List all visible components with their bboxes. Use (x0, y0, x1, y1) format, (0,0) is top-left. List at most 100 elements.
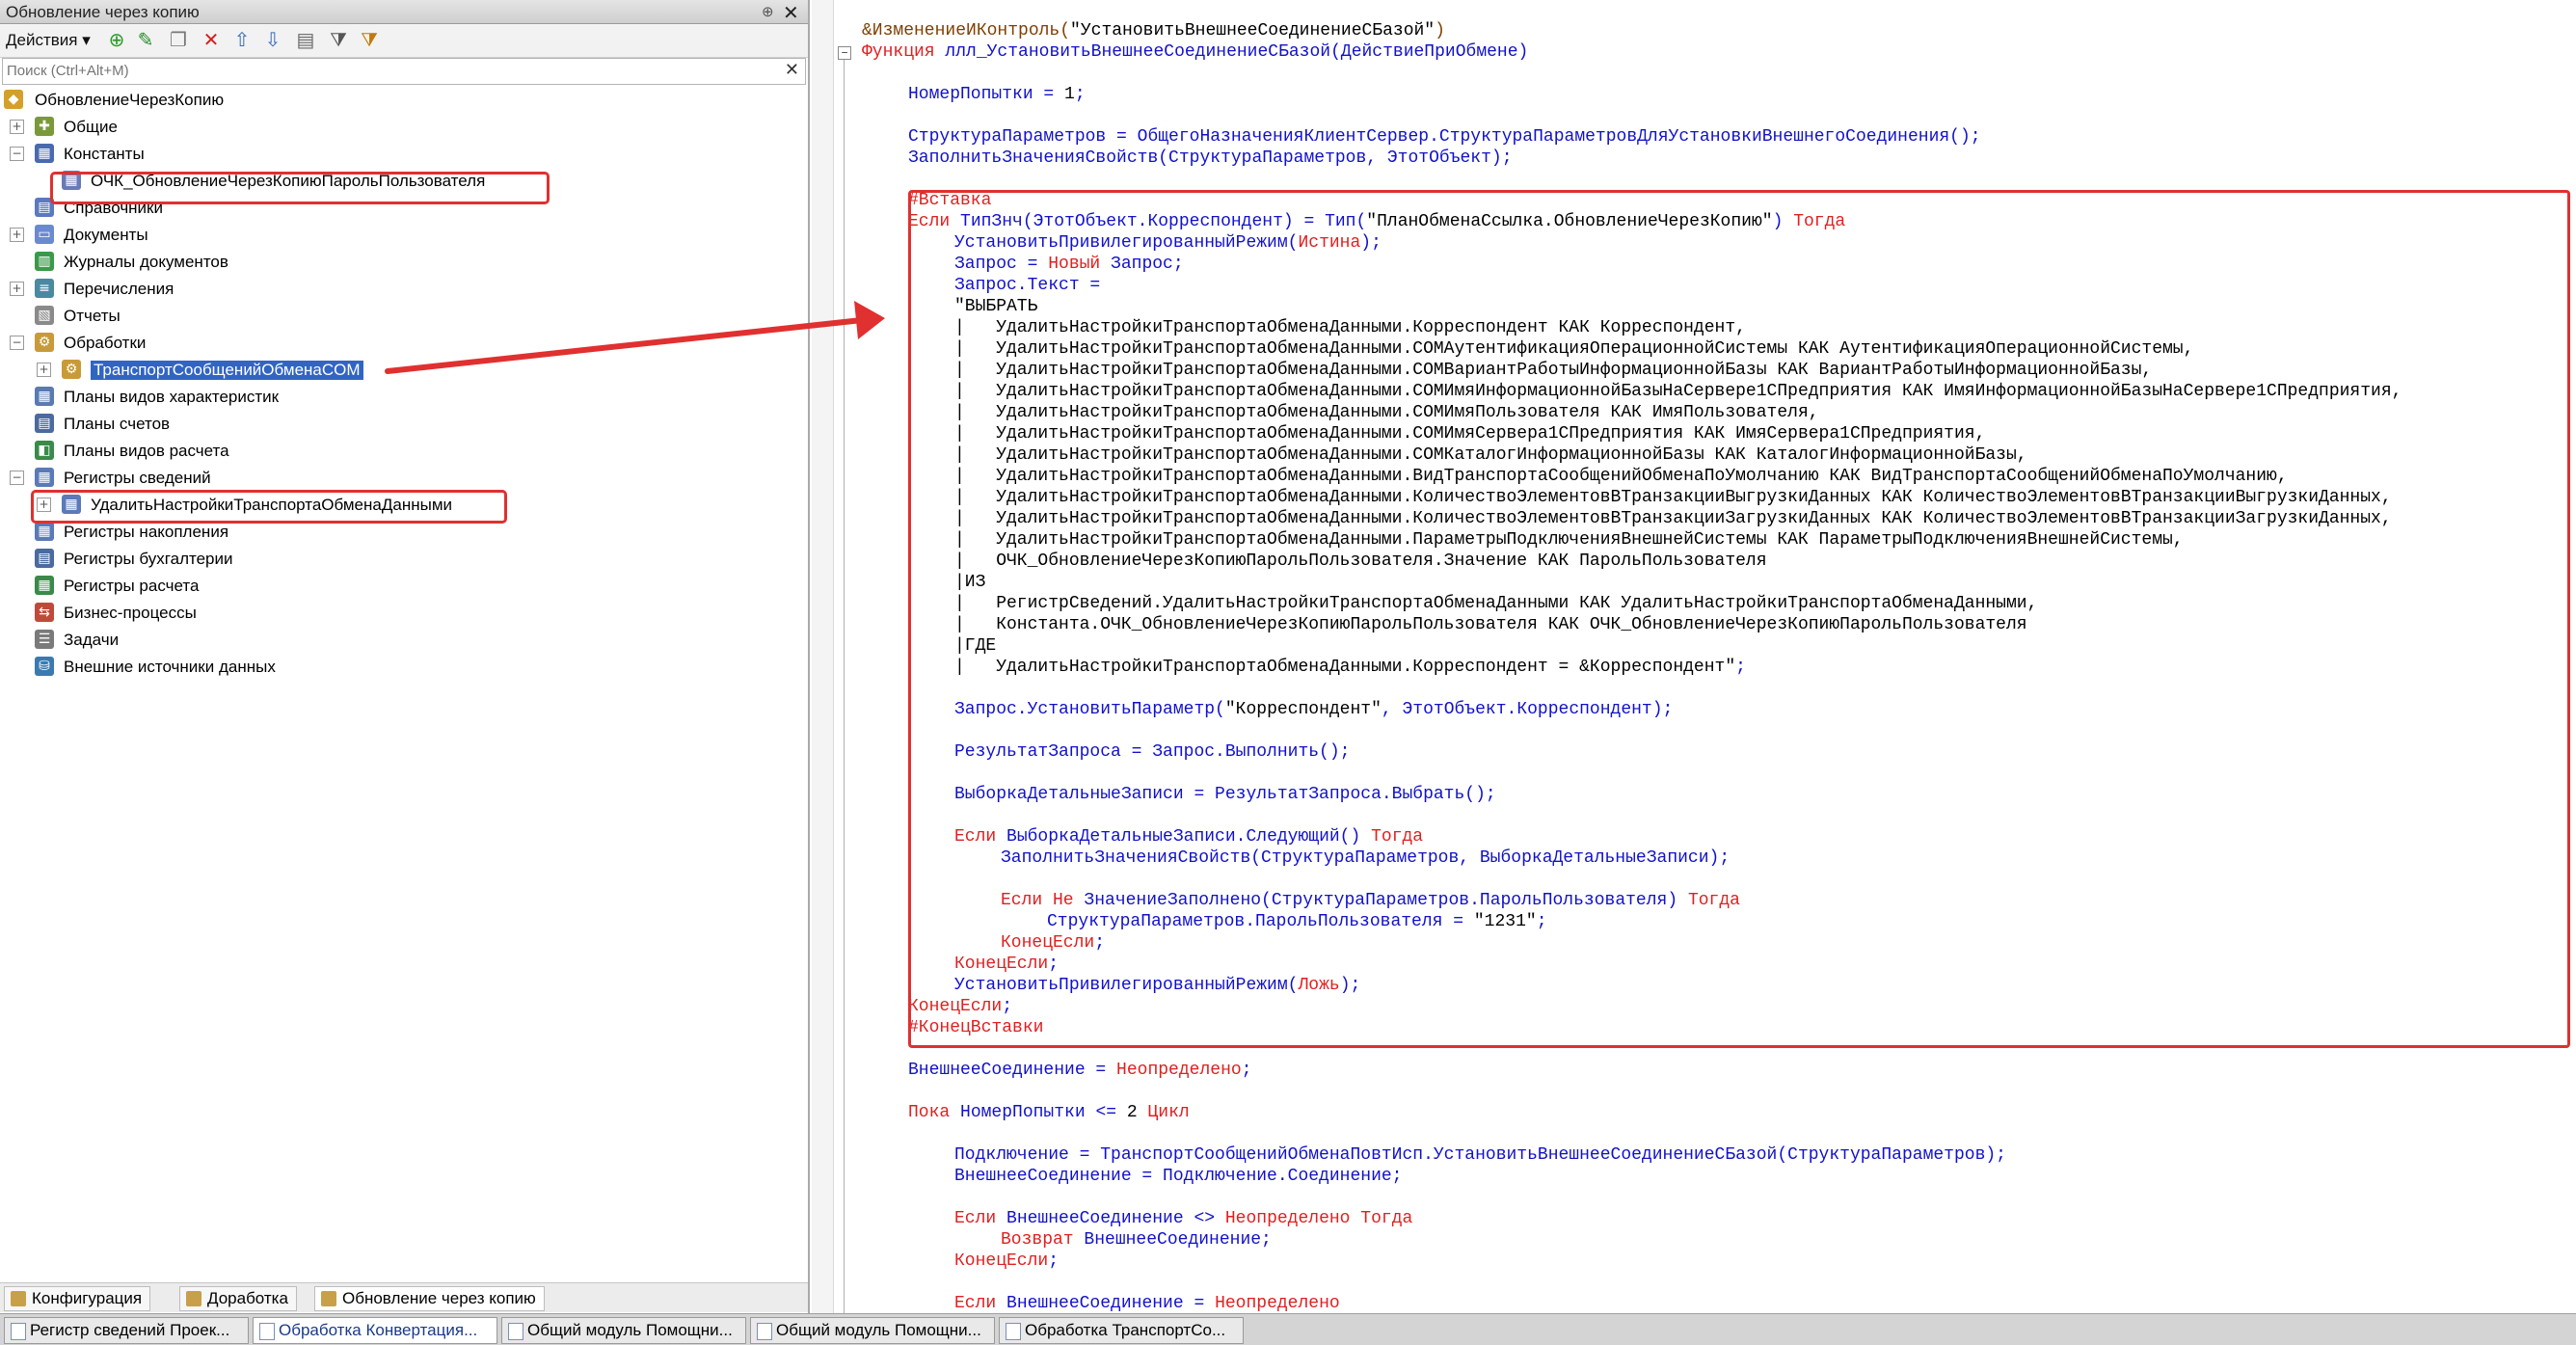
tree-item[interactable]: ⇆ Бизнес-процессы (0, 600, 808, 627)
taskbar-window-label: Общий модуль Помощни... (527, 1321, 733, 1339)
collapse-icon[interactable]: − (10, 471, 24, 485)
move-down-icon[interactable]: ⇩ (262, 30, 283, 51)
tree-item-label: Планы счетов (64, 415, 171, 433)
taskbar-window-button[interactable]: Обработка Конвертация... (253, 1317, 497, 1344)
tree-item-label: Обработки (64, 334, 147, 352)
pin-icon[interactable]: ⊕ (762, 3, 774, 20)
update-tab-icon (321, 1291, 336, 1306)
tree-item[interactable]: − ▦ Константы (0, 141, 808, 168)
accumregisters-icon: ▦ (35, 522, 54, 541)
sort-icon[interactable]: ▤ (295, 30, 316, 51)
tree-item[interactable]: ◧ Планы видов расчета (0, 438, 808, 465)
code-editor[interactable]: − &ИзменениеИКонтроль("УстановитьВнешнее… (812, 0, 2576, 1313)
tab-update-via-copy[interactable]: Обновление через копию (314, 1286, 545, 1311)
tree-item[interactable]: + ⚙ ТранспортСообщенийОбменаCOM (0, 357, 808, 384)
enums-icon: ≡ (35, 279, 54, 298)
tree-item[interactable]: ▥ Журналы документов (0, 249, 808, 276)
code-line: Возврат ВнешнееСоединение; (1001, 1230, 1272, 1250)
tree-item-label: Внешние источники данных (64, 658, 276, 676)
tree-item-label: Общие (64, 118, 118, 136)
collapse-icon[interactable]: − (10, 336, 24, 350)
tree-item[interactable]: ▦ Планы видов характеристик (0, 384, 808, 411)
accountingregisters-icon: ▤ (35, 549, 54, 568)
tree-item[interactable]: ▧ Отчеты (0, 303, 808, 330)
tree-item[interactable]: + ✚ Общие (0, 114, 808, 141)
search-input[interactable] (3, 59, 778, 82)
chartofchar-icon: ▦ (35, 387, 54, 406)
taskbar-window-button[interactable]: Регистр сведений Проек... (4, 1317, 249, 1344)
code-line: ВнешнееСоединение = Подключение.Соединен… (954, 1167, 1403, 1186)
taskbar-window-label: Обработка ТранспортСо... (1025, 1321, 1226, 1339)
tree-item[interactable]: ▤ Планы счетов (0, 411, 808, 438)
highlight-constant (50, 172, 550, 204)
clear-search-icon[interactable]: ✕ (785, 60, 799, 80)
expand-icon[interactable]: + (10, 120, 24, 134)
tree-item[interactable]: ◆ ОбновлениеЧерезКопию (0, 87, 808, 114)
expand-icon[interactable]: + (37, 363, 51, 377)
tree-item[interactable]: ▤ Регистры бухгалтерии (0, 546, 808, 573)
tree-item-label: Регистры сведений (64, 469, 211, 487)
tree-item[interactable]: ⛁ Внешние источники данных (0, 654, 808, 681)
copy-icon[interactable]: ❐ (168, 30, 189, 51)
tree-item-label: Перечисления (64, 280, 174, 298)
tree-item[interactable]: − ▦ Регистры сведений (0, 465, 808, 492)
tree-item-label: Планы видов расчета (64, 442, 229, 460)
tab-refinement[interactable]: Доработка (179, 1286, 297, 1311)
filter-icon[interactable]: ⧩ (328, 30, 349, 51)
fold-collapse-icon[interactable]: − (838, 46, 851, 60)
tree-item[interactable]: ☰ Задачи (0, 627, 808, 654)
highlight-register (31, 490, 507, 524)
window-icon (1006, 1323, 1021, 1340)
configuration-tree-panel: Обновление через копию ⊕ ✕ Действия ▾ ⊕ … (0, 0, 810, 1313)
code-line: Если ВнешнееСоединение <> Неопределено Т… (954, 1209, 1413, 1228)
tree-item-label: Журналы документов (64, 253, 228, 271)
taskbar-window-label: Регистр сведений Проек... (30, 1321, 230, 1339)
config-icon: ◆ (4, 90, 23, 109)
tree-item[interactable]: + ≡ Перечисления (0, 276, 808, 303)
inforegisters-icon: ▦ (35, 468, 54, 487)
clear-filter-icon[interactable]: ⧩ (359, 30, 380, 51)
tree-item-label: ТранспортСообщенийОбменаCOM (91, 361, 363, 380)
extsources-icon: ⛁ (35, 657, 54, 676)
search-field[interactable]: ✕ (2, 58, 806, 85)
journals-icon: ▥ (35, 252, 54, 271)
reports-icon: ▧ (35, 306, 54, 325)
taskbar-window-label: Обработка Конвертация... (279, 1321, 478, 1339)
expand-icon[interactable]: + (10, 282, 24, 296)
tree-item-label: Планы видов характеристик (64, 388, 280, 406)
code-line: СтруктураПараметров = ОбщегоНазначенияКл… (908, 127, 1981, 147)
toolbar: Действия ▾ ⊕ ✎ ❐ ✕ ⇧ ⇩ ▤ ⧩ ⧩ (0, 24, 808, 58)
edit-icon[interactable]: ✎ (135, 30, 156, 51)
tab-configuration-label: Конфигурация (32, 1289, 143, 1307)
actions-menu[interactable]: Действия ▾ (6, 31, 91, 50)
tree-item[interactable]: ▦ Регистры расчета (0, 573, 808, 600)
tab-refinement-label: Доработка (207, 1289, 288, 1307)
panel-title-bar: Обновление через копию ⊕ ✕ (0, 0, 808, 24)
delete-icon[interactable]: ✕ (201, 30, 222, 51)
add-icon[interactable]: ⊕ (106, 30, 127, 51)
expand-icon[interactable]: + (10, 228, 24, 242)
code-line: &ИзменениеИКонтроль("УстановитьВнешнееСо… (862, 21, 1445, 40)
window-icon (508, 1323, 523, 1340)
fold-guide (844, 60, 845, 1313)
chartofaccounts-icon: ▤ (35, 414, 54, 433)
close-icon[interactable]: ✕ (783, 1, 799, 25)
taskbar-window-button[interactable]: Обработка ТранспортСо... (999, 1317, 1244, 1344)
taskbar-window-button[interactable]: Общий модуль Помощни... (501, 1317, 746, 1344)
tree-item-label: Отчеты (64, 307, 121, 325)
panel-title: Обновление через копию (6, 3, 200, 21)
tree-item-label: Задачи (64, 631, 120, 649)
tab-configuration[interactable]: Конфигурация (4, 1286, 151, 1311)
tree-item-label: Константы (64, 145, 145, 163)
taskbar-window-button[interactable]: Общий модуль Помощни... (750, 1317, 995, 1344)
tree-item-label: ОбновлениеЧерезКопию (35, 91, 225, 109)
tree-item[interactable]: − ⚙ Обработки (0, 330, 808, 357)
code-line: Пока НомерПопытки <= 2 Цикл (908, 1103, 1190, 1122)
tree-item[interactable]: + ▭ Документы (0, 222, 808, 249)
bizprocess-icon: ⇆ (35, 603, 54, 622)
collapse-icon[interactable]: − (10, 147, 24, 161)
move-up-icon[interactable]: ⇧ (231, 30, 253, 51)
tree-item-label: Регистры расчета (64, 577, 200, 595)
highlight-inserted-code (908, 190, 2570, 1048)
taskbar-window-label: Общий модуль Помощни... (776, 1321, 981, 1339)
